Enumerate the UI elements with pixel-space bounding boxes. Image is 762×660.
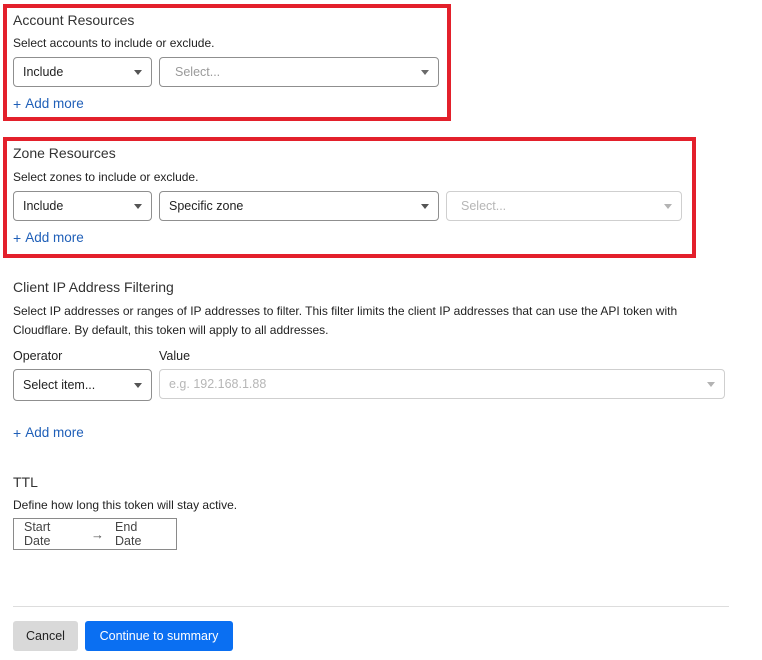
caret-down-icon [421, 204, 429, 209]
caret-down-icon [664, 204, 672, 209]
value-label: Value [159, 349, 191, 363]
arrow-right-icon: → [91, 526, 105, 542]
caret-down-icon [134, 204, 142, 209]
operator-label: Operator [13, 349, 63, 363]
ip-filtering-description-line2: Cloudflare. By default, this token will … [13, 323, 329, 337]
ttl-date-range-picker[interactable]: Start Date → End Date [13, 518, 177, 550]
cancel-button[interactable]: Cancel [13, 621, 78, 651]
zone-operator-value: Include [23, 199, 64, 213]
zone-add-more-label: Add more [25, 230, 84, 245]
ip-operator-select[interactable]: Select item... [13, 369, 152, 401]
plus-icon: + [13, 95, 22, 112]
account-add-more-link[interactable]: + Add more [13, 96, 84, 111]
account-select[interactable]: Select... [159, 57, 439, 87]
end-date-field[interactable]: End Date [115, 520, 166, 548]
zone-operator-select[interactable]: Include [13, 191, 152, 221]
zone-scope-select[interactable]: Specific zone [159, 191, 439, 221]
ip-value-input[interactable]: e.g. 192.168.1.88 [159, 369, 725, 399]
ip-add-more-label: Add more [25, 425, 84, 440]
zone-add-more-link[interactable]: + Add more [13, 230, 84, 245]
continue-to-summary-button[interactable]: Continue to summary [85, 621, 233, 651]
account-operator-select[interactable]: Include [13, 57, 152, 87]
caret-down-icon [134, 70, 142, 75]
ttl-description: Define how long this token will stay act… [13, 498, 238, 512]
account-resources-description: Select accounts to include or exclude. [13, 36, 215, 50]
caret-down-icon [707, 382, 715, 387]
caret-down-icon [134, 383, 142, 388]
ip-filtering-description-line1: Select IP addresses or ranges of IP addr… [13, 304, 678, 318]
footer-divider [13, 606, 729, 607]
account-operator-value: Include [23, 65, 64, 79]
account-select-placeholder: Select... [175, 65, 221, 79]
zone-select[interactable]: Select... [446, 191, 682, 221]
zone-resources-title: Zone Resources [13, 145, 116, 161]
zone-scope-value: Specific zone [169, 199, 244, 213]
plus-icon: + [13, 424, 22, 441]
ttl-title: TTL [13, 474, 38, 490]
ip-value-placeholder: e.g. 192.168.1.88 [169, 377, 267, 391]
zone-select-placeholder: Select... [461, 199, 507, 213]
account-add-more-label: Add more [25, 96, 84, 111]
account-resources-title: Account Resources [13, 12, 135, 28]
ip-add-more-link[interactable]: + Add more [13, 425, 84, 440]
start-date-field[interactable]: Start Date [24, 520, 79, 548]
zone-resources-description: Select zones to include or exclude. [13, 170, 199, 184]
ip-filtering-title: Client IP Address Filtering [13, 279, 174, 295]
caret-down-icon [421, 70, 429, 75]
plus-icon: + [13, 229, 22, 246]
ip-operator-placeholder: Select item... [23, 378, 96, 392]
